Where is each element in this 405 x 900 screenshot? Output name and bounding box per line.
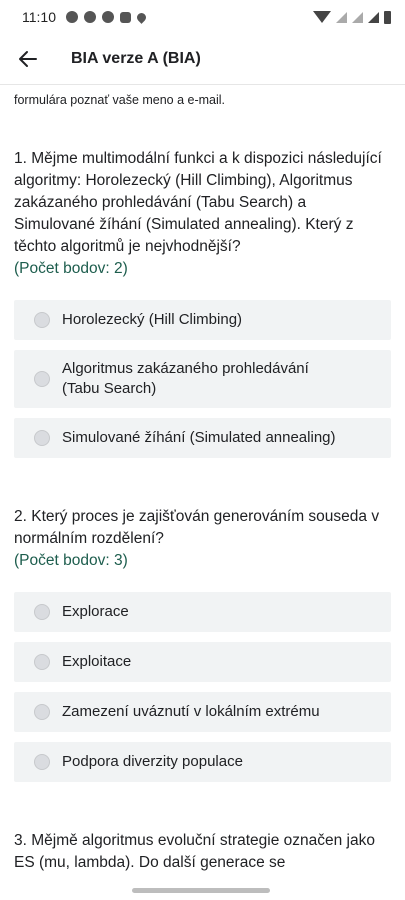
option-label: Zamezení uváznutí v lokálním extrému <box>62 703 320 720</box>
status-bar: 11:10 <box>0 0 405 34</box>
signal-r-icon <box>352 11 363 23</box>
location-icon <box>135 10 148 24</box>
option-label: Podpora diverzity populace <box>62 753 243 770</box>
answer-option[interactable]: Exploitace <box>14 642 391 682</box>
answer-option[interactable]: Simulované žíhání (Simulated annealing) <box>14 418 391 458</box>
form-content[interactable]: formulára poznať vaše meno a e-mail. 1. … <box>0 92 405 874</box>
app-bar: BIA verze A (BIA) <box>0 34 405 85</box>
option-label: Exploitace <box>62 653 132 670</box>
messenger-icon <box>84 11 96 23</box>
answer-option[interactable]: Podpora diverzity populace <box>14 742 391 782</box>
answer-option[interactable]: Horolezecký (Hill Climbing) <box>14 300 391 340</box>
signal-icon <box>368 11 379 23</box>
question-1-points: (Počet bodov: 2) <box>14 260 128 277</box>
wifi-icon <box>313 11 331 23</box>
radio-button[interactable] <box>34 430 50 446</box>
answer-option[interactable]: Explorace <box>14 592 391 632</box>
question-2-text: 2. Který proces je zajišťován generování… <box>14 508 380 547</box>
signal-icon <box>336 11 347 23</box>
option-label: Horolezecký (Hill Climbing) <box>62 311 243 328</box>
arrow-left-icon <box>19 51 37 67</box>
option-label: Simulované žíhání (Simulated annealing) <box>62 429 336 446</box>
answer-option[interactable]: Algoritmus zakázaného prohledávání (Tabu… <box>14 350 391 408</box>
radio-button[interactable] <box>34 312 50 328</box>
radio-button[interactable] <box>34 604 50 620</box>
instagram-icon <box>120 11 131 23</box>
option-label: Algoritmus zakázaného prohledávání (Tabu… <box>62 360 309 397</box>
option-label: Explorace <box>62 603 129 620</box>
radio-button[interactable] <box>34 371 50 387</box>
battery-icon <box>384 10 391 24</box>
home-indicator[interactable] <box>132 888 270 893</box>
status-left: 11:10 <box>22 9 148 25</box>
status-right <box>313 10 391 24</box>
radio-button[interactable] <box>34 754 50 770</box>
answer-option[interactable]: Zamezení uváznutí v lokálním extrému <box>14 692 391 732</box>
intro-text: formulára poznať vaše meno a e-mail. <box>14 93 226 107</box>
question-1-options: Horolezecký (Hill Climbing) Algoritmus z… <box>14 300 391 458</box>
messenger-icon <box>102 11 114 23</box>
question-1-text: 1. Mějme multimodální funkci a k dispozi… <box>14 150 382 255</box>
question-3-text: 3. Mějmě algoritmus evoluční strategie o… <box>14 832 375 871</box>
question-2-options: Explorace Exploitace Zamezení uváznutí v… <box>14 592 391 782</box>
radio-button[interactable] <box>34 704 50 720</box>
radio-button[interactable] <box>34 654 50 670</box>
status-time: 11:10 <box>22 9 56 25</box>
page-title: BIA verze A (BIA) <box>71 50 201 67</box>
question-2-points: (Počet bodov: 3) <box>14 552 128 569</box>
messenger-icon <box>66 11 78 23</box>
back-button[interactable] <box>0 34 56 84</box>
